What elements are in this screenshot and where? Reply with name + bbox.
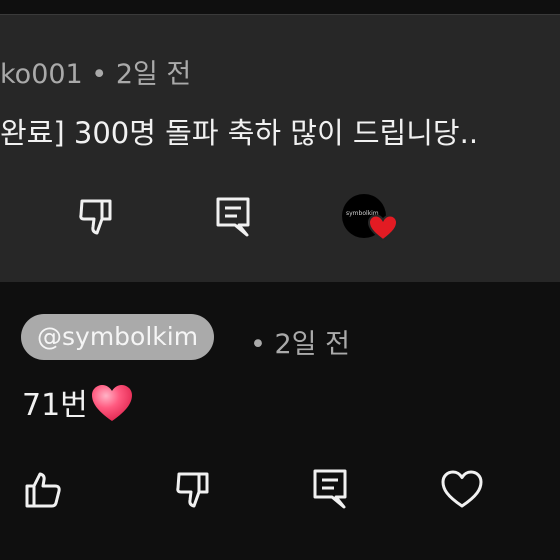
reply-icon[interactable] bbox=[312, 468, 348, 510]
heart-emoji-icon bbox=[90, 383, 134, 431]
reply-text: 완료] 300명 돌파 축하 많이 드립니당.. bbox=[0, 116, 479, 150]
comment-text-label: 71번 bbox=[22, 388, 88, 423]
heart-badge-icon bbox=[367, 214, 399, 246]
comment-meta: • 2일 전 bbox=[250, 329, 350, 360]
dislike-icon[interactable] bbox=[173, 470, 215, 510]
reply-icon[interactable] bbox=[215, 196, 251, 238]
author-handle-chip[interactable]: @symbolkim bbox=[21, 314, 215, 360]
heart-icon[interactable] bbox=[440, 469, 484, 509]
like-icon[interactable] bbox=[22, 470, 64, 510]
comment-text: 71번 bbox=[22, 380, 134, 431]
creator-heart-badge[interactable]: symbolkim bbox=[342, 194, 402, 246]
dislike-icon[interactable] bbox=[76, 197, 118, 237]
reply-meta: ko001 • 2일 전 bbox=[0, 59, 192, 90]
top-strip bbox=[0, 0, 560, 14]
